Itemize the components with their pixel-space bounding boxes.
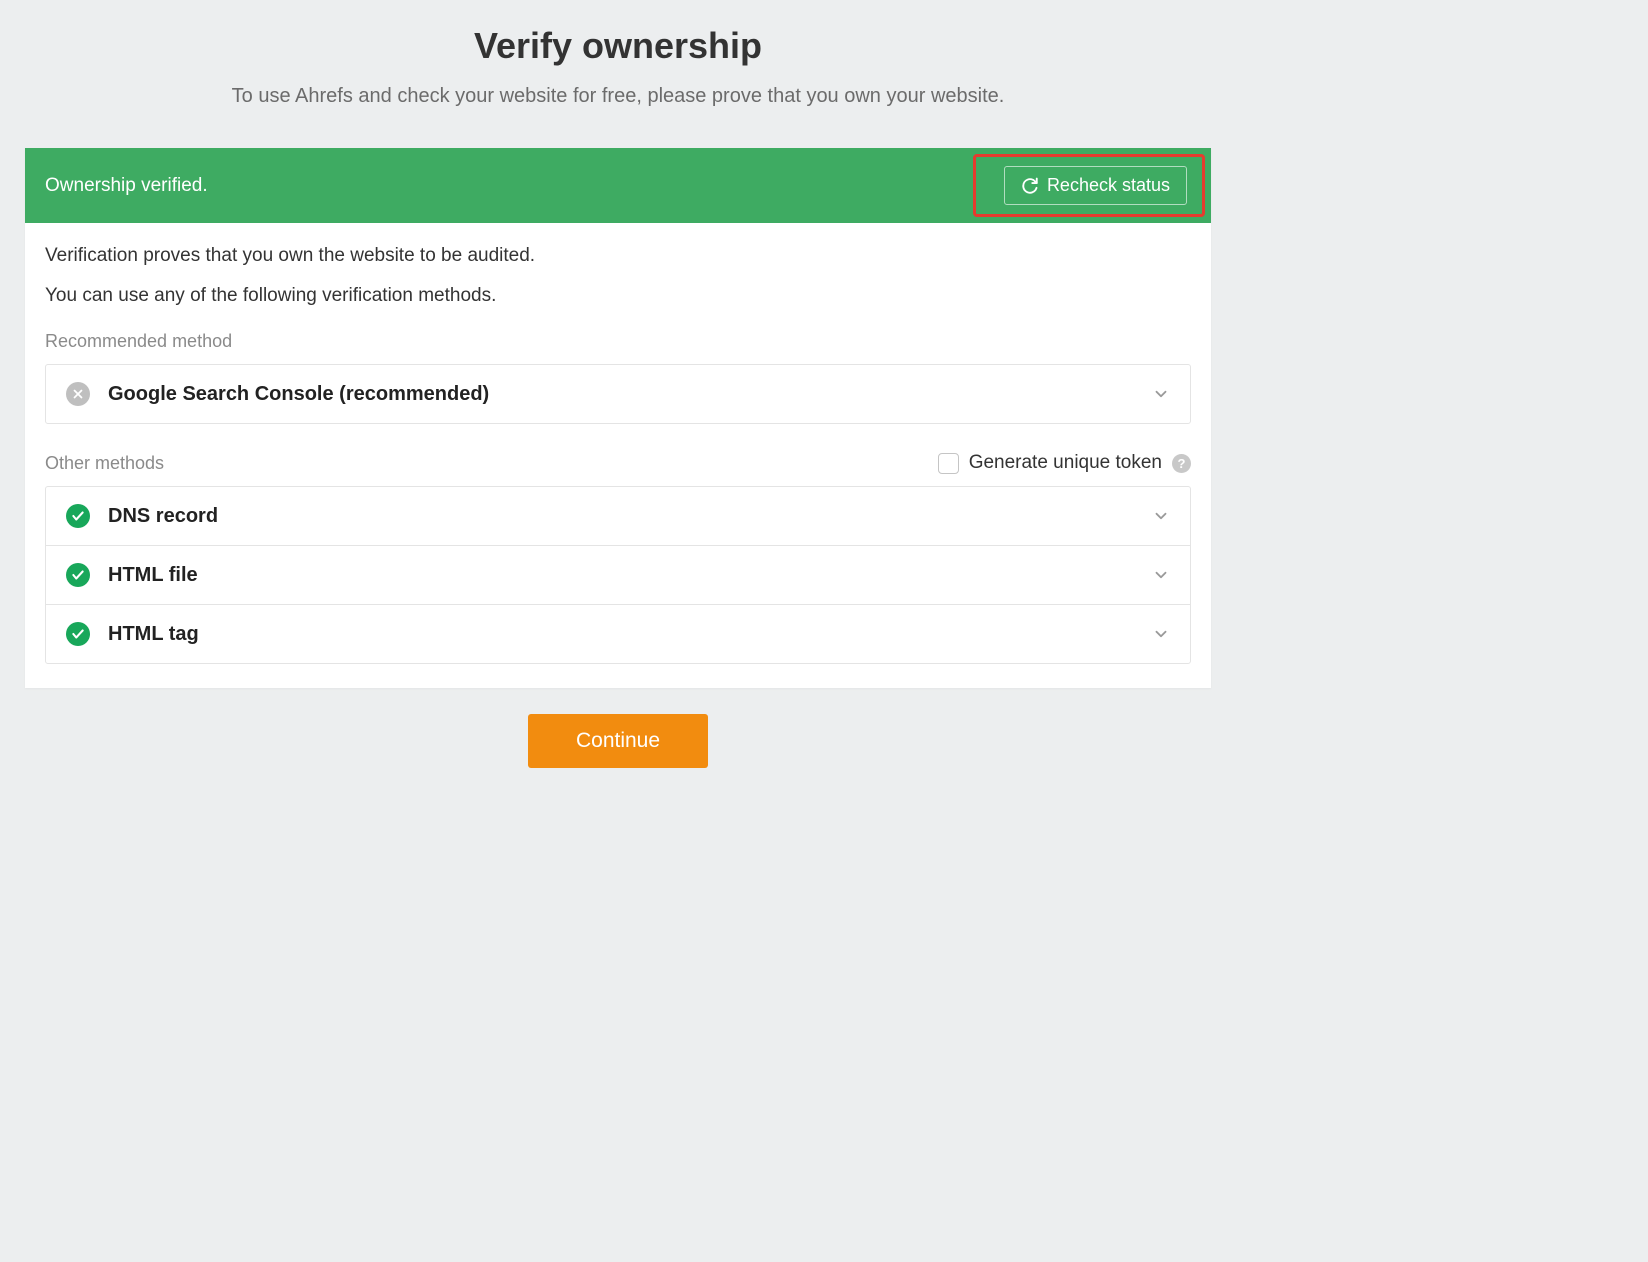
method-title: Google Search Console (recommended) <box>108 383 1152 406</box>
recheck-status-button[interactable]: Recheck status <box>1004 166 1187 205</box>
recheck-label: Recheck status <box>1047 175 1170 196</box>
recommended-section-label: Recommended method <box>45 331 1191 352</box>
chevron-down-icon <box>1152 625 1170 643</box>
body-text-1: Verification proves that you own the web… <box>45 245 1191 267</box>
method-google-search-console[interactable]: Google Search Console (recommended) <box>46 365 1190 423</box>
chevron-down-icon <box>1152 507 1170 525</box>
continue-button[interactable]: Continue <box>528 714 708 768</box>
generate-token-control: Generate unique token ? <box>938 452 1191 474</box>
recommended-accordion: Google Search Console (recommended) <box>45 364 1191 424</box>
page-subtitle: To use Ahrefs and check your website for… <box>25 85 1211 108</box>
method-html-file[interactable]: HTML file <box>46 545 1190 604</box>
body-text-2: You can use any of the following verific… <box>45 285 1191 307</box>
check-circle-icon <box>66 504 90 528</box>
method-title: HTML tag <box>108 623 1152 646</box>
help-icon[interactable]: ? <box>1172 454 1191 473</box>
generate-token-checkbox[interactable] <box>938 453 959 474</box>
method-title: DNS record <box>108 505 1152 528</box>
chevron-down-icon <box>1152 566 1170 584</box>
method-html-tag[interactable]: HTML tag <box>46 604 1190 663</box>
generate-token-label: Generate unique token <box>969 452 1162 474</box>
refresh-icon <box>1021 177 1039 195</box>
status-message: Ownership verified. <box>45 175 208 197</box>
check-circle-icon <box>66 622 90 646</box>
method-title: HTML file <box>108 564 1152 587</box>
status-bar: Ownership verified. Recheck status <box>25 148 1211 223</box>
other-section-label: Other methods <box>45 453 164 474</box>
page-title: Verify ownership <box>25 25 1211 67</box>
chevron-down-icon <box>1152 385 1170 403</box>
x-circle-icon <box>66 382 90 406</box>
check-circle-icon <box>66 563 90 587</box>
other-methods-accordion: DNS record HTML file <box>45 486 1191 664</box>
verify-card: Ownership verified. Recheck status Verif… <box>25 148 1211 688</box>
method-dns-record[interactable]: DNS record <box>46 487 1190 545</box>
